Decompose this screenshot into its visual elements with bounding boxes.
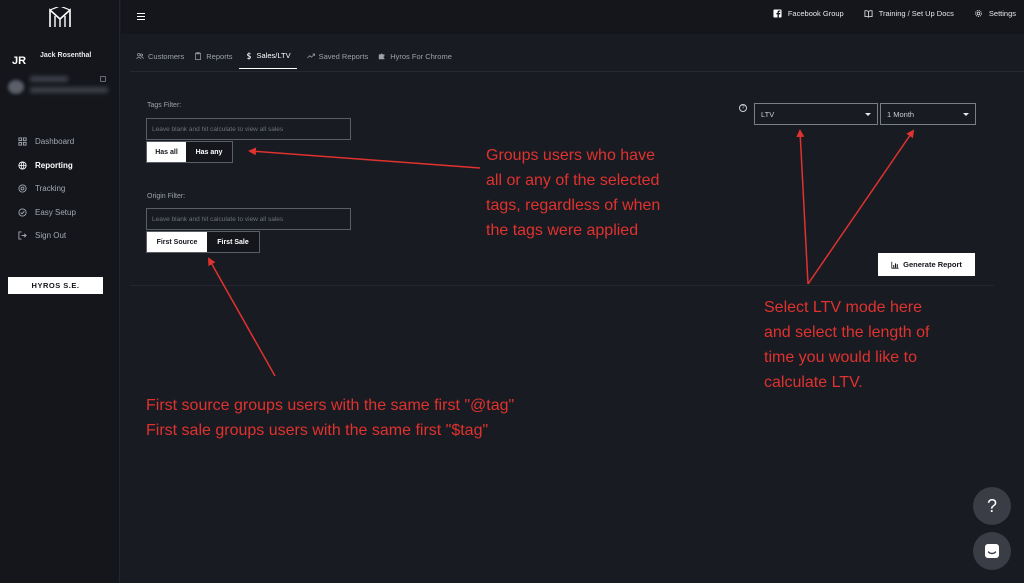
annotation-origin: First source groups users with the same … [146, 393, 514, 443]
tags-match-toggle: Has all Has any [146, 141, 233, 163]
annotation-line: all or any of the selected [486, 172, 660, 189]
user-name: Jack Rosenthal [40, 52, 92, 59]
user-initials: JR [12, 55, 27, 67]
company-avatar [8, 80, 24, 94]
sidebar-item-label: Easy Setup [35, 207, 76, 217]
clipboard-icon [195, 52, 202, 60]
has-any-button[interactable]: Has any [186, 142, 232, 162]
tags-filter-label: Tags Filter: [147, 102, 182, 109]
grid-icon [18, 137, 27, 146]
generate-report-button[interactable]: Generate Report [878, 253, 975, 276]
trend-icon [306, 53, 315, 59]
tab-label: Sales/LTV [256, 51, 291, 60]
help-icon[interactable]: ? [739, 104, 747, 112]
users-icon [136, 53, 144, 59]
annotation-line: calculate LTV. [764, 374, 863, 391]
annotation-line: Groups users who have [486, 147, 655, 164]
tab-customers[interactable]: Customers [136, 51, 184, 69]
top-link-label: Facebook Group [787, 9, 844, 18]
top-link-label: Settings [988, 9, 1016, 18]
puzzle-icon [379, 53, 385, 60]
sidebar-item-label: Reporting [35, 160, 73, 170]
annotation-tags: Groups users who have all or any of the … [486, 143, 660, 243]
company-name-redacted [30, 76, 68, 82]
tabs-divider [130, 71, 1024, 72]
sidebar-item-reporting[interactable]: Reporting [18, 154, 76, 178]
tab-label: Hyros For Chrome [390, 51, 452, 61]
tab-saved-reports[interactable]: Saved Reports [306, 51, 369, 69]
check-circle-icon [18, 208, 27, 217]
tab-label: Saved Reports [318, 51, 369, 61]
tab-label: Reports [206, 51, 233, 61]
tags-filter-input[interactable] [146, 118, 351, 140]
annotation-line: tags, regardless of when [486, 197, 661, 214]
book-icon [864, 10, 873, 18]
sidebar-item-label: Sign Out [35, 231, 67, 241]
tab-sales-ltv[interactable]: Sales/LTV [238, 51, 297, 69]
bar-chart-icon [891, 261, 899, 269]
company-email-redacted [30, 87, 108, 93]
sidebar-item-tracking[interactable]: Tracking [18, 177, 76, 201]
globe-icon [18, 161, 27, 170]
gear-icon [975, 10, 982, 17]
annotation-line: First sale groups users with the same fi… [146, 422, 489, 439]
generate-report-label: Generate Report [903, 260, 962, 269]
ltv-period-select[interactable]: 1 Month [880, 103, 976, 125]
messenger-button[interactable] [973, 532, 1011, 570]
first-source-button[interactable]: First Source [147, 232, 207, 252]
training-docs-link[interactable]: Training / Set Up Docs [864, 9, 954, 18]
tab-hyros-for-chrome[interactable]: Hyros For Chrome [378, 51, 452, 69]
target-icon [18, 184, 27, 193]
ltv-mode-value: LTV [761, 109, 775, 119]
ltv-mode-select[interactable]: LTV [754, 103, 878, 125]
top-link-label: Training / Set Up Docs [878, 9, 954, 18]
sidebar-item-sign-out[interactable]: Sign Out [18, 224, 76, 248]
origin-filter-input[interactable] [146, 208, 351, 230]
has-all-button[interactable]: Has all [147, 142, 186, 162]
help-chat-button[interactable]: ? [973, 487, 1011, 525]
settings-link[interactable]: Settings [974, 9, 1016, 18]
report-tabs: Customers Reports Sales/LTV Saved Report… [136, 51, 462, 69]
top-bar: Facebook Group Training / Set Up Docs Se… [121, 0, 1024, 34]
top-links: Facebook Group Training / Set Up Docs Se… [753, 9, 1016, 18]
origin-filter-label: Origin Filter: [147, 193, 186, 200]
annotation-line: Select LTV mode here [764, 299, 923, 316]
copy-icon[interactable] [100, 76, 106, 82]
dollar-icon [246, 51, 251, 60]
annotation-line: and select the length of [764, 324, 930, 341]
ltv-period-value: 1 Month [887, 109, 915, 119]
sidebar: JR Jack Rosenthal Dashboard Reporting Tr… [0, 0, 120, 583]
origin-mode-toggle: First Source First Sale [146, 231, 260, 253]
sidebar-item-label: Dashboard [35, 137, 75, 147]
annotation-line: First source groups users with the same … [146, 397, 515, 414]
hyros-se-button[interactable]: HYROS S.E. [8, 277, 103, 294]
chevron-down-icon [865, 112, 871, 116]
tab-label: Customers [148, 51, 185, 61]
hyros-logo-icon[interactable] [48, 7, 72, 29]
sidebar-nav: Dashboard Reporting Tracking Easy Setup … [18, 130, 76, 248]
sidebar-item-dashboard[interactable]: Dashboard [18, 130, 76, 154]
chevron-down-icon [963, 112, 969, 116]
facebook-icon [773, 9, 782, 18]
first-sale-button[interactable]: First Sale [207, 232, 259, 252]
facebook-group-link[interactable]: Facebook Group [773, 9, 844, 18]
sidebar-item-easy-setup[interactable]: Easy Setup [18, 201, 76, 225]
annotation-line: time you would like to [764, 349, 917, 366]
annotation-ltv: Select LTV mode here and select the leng… [764, 295, 929, 395]
tab-reports[interactable]: Reports [194, 51, 233, 69]
sidebar-item-label: Tracking [35, 184, 66, 194]
chat-icon [985, 544, 999, 558]
hamburger-menu-icon[interactable] [137, 13, 145, 21]
sign-out-icon [18, 231, 27, 240]
annotation-line: the tags were applied [486, 222, 639, 239]
